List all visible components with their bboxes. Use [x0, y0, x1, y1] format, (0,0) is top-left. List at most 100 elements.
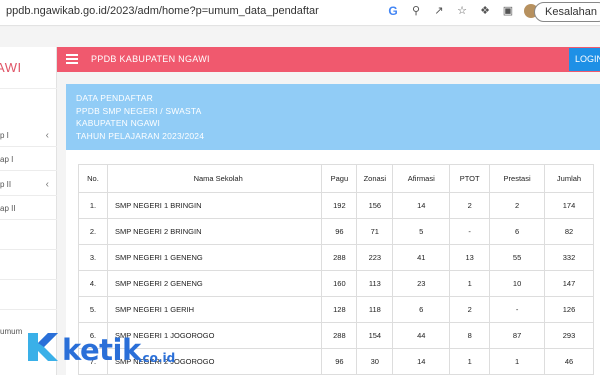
- table-cell: 118: [356, 296, 394, 323]
- info-box: DATA PENDAFTAR PPDB SMP NEGERI / SWASTA …: [66, 84, 600, 150]
- sidebar-item-3[interactable]: p II ‹: [0, 179, 57, 190]
- table-cell: 6: [489, 218, 546, 245]
- table-cell: 288: [321, 322, 358, 349]
- sidebar-item-2[interactable]: ap I: [0, 155, 57, 164]
- table-row: 2. SMP NEGERI 2 BRINGIN 96 71 5-6 82: [78, 218, 594, 245]
- divider: [0, 279, 57, 280]
- profile-status-button[interactable]: Kesalahan: [534, 2, 600, 22]
- table-cell: 46: [544, 348, 594, 375]
- table-cell: 4.: [78, 270, 108, 297]
- table-cell: 192: [321, 192, 358, 219]
- browser-actions: G ⚲ ↗ ☆ ❖ ▣: [386, 4, 538, 18]
- table-cell: 23: [392, 270, 451, 297]
- table-cell: SMP NEGERI 1 GENENG: [106, 244, 323, 271]
- table-cell: 41: [392, 244, 451, 271]
- table-cell: 1: [449, 270, 491, 297]
- table-cell: 5: [392, 218, 451, 245]
- table-cell: -: [449, 218, 491, 245]
- info-line: KABUPATEN NGAWI: [76, 118, 161, 128]
- info-line: PPDB SMP NEGERI / SWASTA: [76, 105, 202, 116]
- sidebar-brand: AWI: [0, 47, 57, 89]
- address-bar[interactable]: ppdb.ngawikab.go.id/2023/adm/home?p=umum…: [6, 5, 319, 17]
- sidebar-item-label: p II: [0, 180, 12, 189]
- table-cell: SMP NEGERI 1 BRINGIN: [106, 192, 323, 219]
- table-cell: 2.: [78, 218, 108, 245]
- table-cell: 55: [489, 244, 546, 271]
- table-cell: 293: [544, 322, 594, 349]
- table-cell: 332: [544, 244, 594, 271]
- chevron-left-icon: ‹: [45, 130, 49, 141]
- table-cell: 13: [449, 244, 491, 271]
- sidebar-item-4[interactable]: ap II: [0, 204, 57, 213]
- col-header-zonasi: Zonasi: [356, 164, 394, 193]
- table-cell: 1.: [78, 192, 108, 219]
- divider: [0, 249, 57, 250]
- table-cell: 96: [321, 348, 358, 375]
- table-cell: -: [489, 296, 546, 323]
- table-cell: 156: [356, 192, 394, 219]
- table-cell: SMP NEGERI 1 GERIH: [106, 296, 323, 323]
- divider: [0, 195, 57, 196]
- sidebar-icon[interactable]: ▣: [501, 4, 515, 18]
- extensions-icon[interactable]: ❖: [478, 4, 492, 18]
- sidebar-item-label: umum: [0, 327, 23, 336]
- ketik-k-icon: [28, 333, 58, 361]
- watermark-brand: ketik: [62, 333, 141, 367]
- table-cell: 2: [449, 296, 491, 323]
- star-icon[interactable]: ☆: [455, 4, 469, 18]
- sidebar-item-label: p I: [0, 131, 9, 140]
- sidebar-brand-text: AWI: [0, 60, 22, 75]
- table-cell: 87: [489, 322, 546, 349]
- sidebar: AWI p I ‹ ap I p II ‹ ap II umum ‹: [0, 47, 57, 375]
- table-cell: 8: [449, 322, 491, 349]
- table-cell: 128: [321, 296, 358, 323]
- table-cell: 10: [489, 270, 546, 297]
- sidebar-item-label: ap II: [0, 204, 16, 213]
- chevron-left-icon: ‹: [45, 179, 49, 190]
- col-header-jumlah: Jumlah: [544, 164, 594, 193]
- table-cell: SMP NEGERI 2 GENENG: [106, 270, 323, 297]
- table-cell: 30: [356, 348, 394, 375]
- col-header-prestasi: Prestasi: [489, 164, 546, 193]
- table-cell: 174: [544, 192, 594, 219]
- table-cell: 6: [392, 296, 451, 323]
- table-cell: 2: [449, 192, 491, 219]
- sidebar-item-label: ap I: [0, 155, 14, 164]
- login-button[interactable]: LOGIN: [569, 48, 600, 71]
- table-card: No. Nama Sekolah Pagu Zonasi Afirmasi PT…: [66, 150, 600, 375]
- menu-icon[interactable]: [66, 54, 78, 66]
- table-cell: 154: [356, 322, 394, 349]
- table-row: 6. SMP NEGERI 1 JOGOROGO 288 154 44 8 87 293: [78, 322, 594, 349]
- col-header-school: Nama Sekolah: [106, 164, 323, 193]
- zoom-icon[interactable]: ⚲: [409, 4, 423, 18]
- table-cell: 1: [449, 348, 491, 375]
- top-navbar: PPDB KABUPATEN NGAWI LOGIN: [57, 47, 600, 72]
- table-cell: 14: [392, 348, 451, 375]
- table-row: 1. SMP NEGERI 1 BRINGIN 192 156 14 2 2 174: [78, 192, 594, 219]
- table-cell: 223: [356, 244, 394, 271]
- navbar-title: PPDB KABUPATEN NGAWI: [91, 54, 210, 64]
- sidebar-item-1[interactable]: p I ‹: [0, 130, 57, 141]
- col-header-ptot: PTOT: [449, 164, 491, 193]
- google-icon[interactable]: G: [386, 4, 400, 18]
- table-cell: 288: [321, 244, 358, 271]
- table-cell: 126: [544, 296, 594, 323]
- table-cell: 14: [392, 192, 451, 219]
- table-cell: 1: [489, 348, 546, 375]
- page: AWI p I ‹ ap I p II ‹ ap II umum ‹: [0, 27, 600, 375]
- table-cell: 160: [321, 270, 358, 297]
- table-header-row: No. Nama Sekolah Pagu Zonasi Afirmasi PT…: [78, 164, 594, 193]
- share-icon[interactable]: ↗: [432, 4, 446, 18]
- divider: [0, 309, 57, 310]
- table-cell: 2: [489, 192, 546, 219]
- info-line: DATA PENDAFTAR: [76, 93, 153, 103]
- col-header-afirmasi: Afirmasi: [392, 164, 451, 193]
- table-row: 5. SMP NEGERI 1 GERIH 128 118 6 2-126: [78, 296, 594, 323]
- table-row: 4. SMP NEGERI 2 GENENG 160 113 23 1 10 147: [78, 270, 594, 297]
- col-header-no: No.: [78, 164, 108, 193]
- table-cell: 71: [356, 218, 394, 245]
- table-cell: 82: [544, 218, 594, 245]
- table-cell: 44: [392, 322, 451, 349]
- divider: [0, 146, 57, 147]
- registrant-table: No. Nama Sekolah Pagu Zonasi Afirmasi PT…: [78, 164, 594, 375]
